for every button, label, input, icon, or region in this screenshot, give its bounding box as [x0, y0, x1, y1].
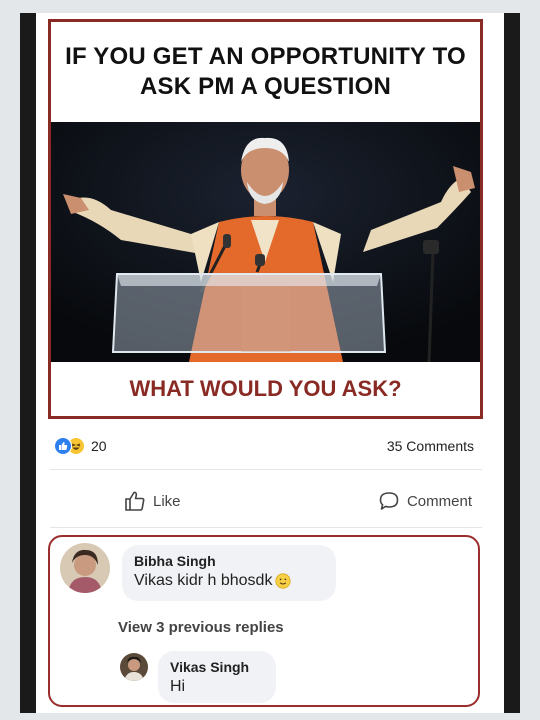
meme-photo: [51, 122, 480, 362]
like-label: Like: [153, 492, 181, 510]
comment-bubble[interactable]: Bibha Singh Vikas kidr h bhosdk: [122, 545, 336, 601]
comments-count-link[interactable]: 35 Comments: [387, 438, 474, 454]
speech-bubble-icon: [379, 492, 399, 510]
actions-divider: [50, 527, 482, 528]
view-previous-replies-link[interactable]: View 3 previous replies: [118, 619, 284, 636]
stats-divider: [50, 469, 482, 470]
like-reaction-icon: [54, 437, 72, 455]
comment-author-name[interactable]: Bibha Singh: [134, 552, 324, 570]
reply-bubble[interactable]: Vikas Singh Hi: [158, 651, 276, 703]
like-button[interactable]: Like: [50, 490, 251, 512]
reaction-count: 20: [91, 438, 107, 454]
meme-bottom-text: WHAT WOULD YOU ASK?: [129, 376, 402, 401]
post-stats-bar: 20 35 Comments: [54, 435, 474, 457]
comment-button[interactable]: Comment: [378, 490, 482, 512]
avatar[interactable]: [120, 653, 148, 681]
speaker-at-podium-illustration: [51, 122, 480, 362]
meme-top-caption: IF YOU GET AN OPPORTUNITY TO ASK PM A QU…: [51, 22, 480, 122]
bibha-singh-avatar-icon: [60, 543, 110, 593]
facebook-post: IF YOU GET AN OPPORTUNITY TO ASK PM A QU…: [36, 13, 504, 713]
avatar[interactable]: [60, 543, 110, 593]
reply-text: Hi: [170, 678, 186, 695]
meme-top-text: IF YOU GET AN OPPORTUNITY TO ASK PM A QU…: [65, 43, 466, 100]
reply-author-name[interactable]: Vikas Singh: [170, 658, 264, 676]
vikas-singh-avatar-icon: [120, 653, 148, 681]
reactions-summary[interactable]: 20: [54, 437, 107, 455]
thumbs-up-icon: [125, 491, 145, 511]
post-meme-image[interactable]: IF YOU GET AN OPPORTUNITY TO ASK PM A QU…: [48, 19, 483, 419]
meme-bottom-caption: WHAT WOULD YOU ASK?: [51, 362, 480, 416]
comment-body: Vikas kidr h bhosdk: [134, 572, 273, 589]
highlighted-comment-thread: Bibha Singh Vikas kidr h bhosdk View 3 p…: [48, 535, 480, 707]
comment-label: Comment: [406, 492, 472, 510]
comment-text: Vikas kidr h bhosdk: [134, 570, 324, 592]
post-action-bar: Like Comment: [50, 483, 482, 519]
slightly-smiling-emoji-icon: [275, 573, 292, 589]
